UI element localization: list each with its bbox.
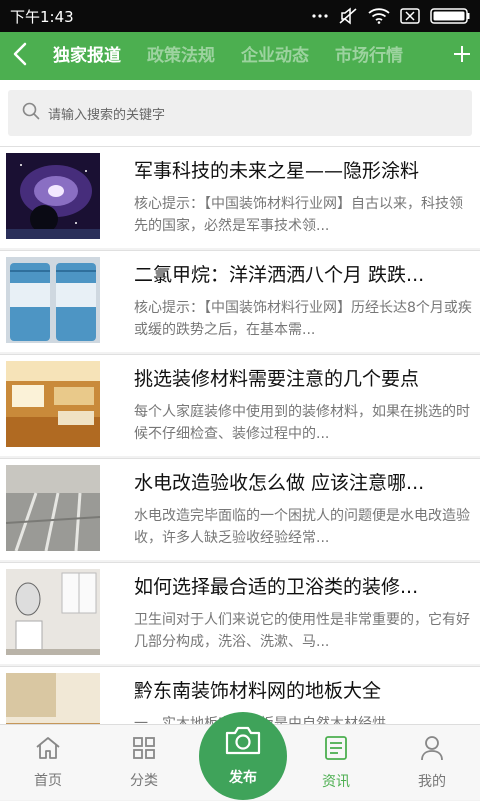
user-icon [420,735,444,765]
back-arrow-icon [13,42,27,70]
news-thumbnail-bathroom [6,569,100,655]
news-thumbnail-living-room [6,361,100,447]
publish-label: 发布 [229,770,257,786]
news-text: 水电改造验收怎么做 应该注意哪... 水电改造完毕面临的一个困扰人的问题便是水电… [134,465,472,554]
add-tab-button[interactable] [444,32,480,80]
nav-profile-label: 我的 [418,774,446,790]
news-summary: 每个人家庭装修中使用到的装修材料，如果在挑选的时候不仔细检查、装修过程中的... [134,404,470,442]
search-placeholder: 请输入搜索的关键字 [48,107,166,123]
news-title: 军事科技的未来之星——隐形涂料 [134,160,420,182]
battery-icon [430,8,470,24]
status-icons [312,7,470,25]
news-text: 挑选装修材料需要注意的几个要点 每个人家庭装修中使用到的装修材料，如果在挑选的时… [134,361,472,450]
nav-home[interactable]: 首页 [0,725,96,801]
nav-news-label: 资讯 [322,774,350,790]
nav-category[interactable]: 分类 [96,725,192,801]
news-summary: 水电改造完毕面临的一个困扰人的问题便是水电改造验收，许多人缺乏验收经验经常... [134,508,470,546]
search-icon [22,102,40,124]
news-title: 黔东南装饰材料网的地板大全 [134,680,382,702]
nav-category-label: 分类 [130,773,158,789]
news-item[interactable]: 二氯甲烷：洋洋洒洒八个月 跌跌... 核心提示：【中国装饰材料行业网】历经长达8… [0,250,480,352]
status-bar: 下午1:43 [0,0,480,32]
publish-button[interactable]: 发布 [199,712,287,800]
news-text: 如何选择最合适的卫浴类的装修... 卫生间对于人们来说它的使用性是非常重要的，它… [134,569,472,658]
news-item[interactable]: 军事科技的未来之星——隐形涂料 核心提示：【中国装饰材料行业网】自古以来，科技领… [0,146,480,248]
more-dots-icon [312,13,328,19]
nav-profile[interactable]: 我的 [384,725,480,801]
news-thumbnail-galaxy [6,153,100,239]
news-item[interactable]: 如何选择最合适的卫浴类的装修... 卫生间对于人们来说它的使用性是非常重要的，它… [0,562,480,664]
search-bar: 请输入搜索的关键字 [0,80,480,146]
news-list: 军事科技的未来之星——隐形涂料 核心提示：【中国装饰材料行业网】自古以来，科技领… [0,146,480,726]
news-thumbnail-wood-floor [6,673,100,726]
news-title: 如何选择最合适的卫浴类的装修... [134,576,419,598]
tab-market[interactable]: 市场行情 [322,32,416,80]
tab-exclusive-report[interactable]: 独家报道 [40,32,134,80]
news-title: 二氯甲烷：洋洋洒洒八个月 跌跌... [134,264,425,286]
news-item[interactable]: 水电改造验收怎么做 应该注意哪... 水电改造完毕面临的一个困扰人的问题便是水电… [0,458,480,560]
news-icon [324,735,348,765]
tab-company-news[interactable]: 企业动态 [228,32,322,80]
search-input[interactable]: 请输入搜索的关键字 [8,90,472,136]
mute-icon [338,7,358,25]
nav-news[interactable]: 资讯 [288,725,384,801]
plus-icon [453,45,471,67]
news-title: 挑选装修材料需要注意的几个要点 [134,368,420,390]
news-thumbnail-floor-pipes [6,465,100,551]
status-time: 下午1:43 [10,7,74,26]
grid-icon [132,736,156,764]
news-text: 军事科技的未来之星——隐形涂料 核心提示：【中国装饰材料行业网】自古以来，科技领… [134,153,472,242]
nav-bar: 独家报道 政策法规 企业动态 市场行情 [0,32,480,80]
sim-x-icon [400,8,420,24]
news-title: 水电改造验收怎么做 应该注意哪... [134,472,425,494]
news-thumbnail-barrels [6,257,100,343]
news-summary: 核心提示：【中国装饰材料行业网】历经长达8个月或疾或缓的跌势之后，在基本需... [134,300,472,338]
news-item[interactable]: 挑选装修材料需要注意的几个要点 每个人家庭装修中使用到的装修材料，如果在挑选的时… [0,354,480,456]
category-tabs: 独家报道 政策法规 企业动态 市场行情 [40,32,444,80]
camera-icon [223,725,263,761]
news-text: 二氯甲烷：洋洋洒洒八个月 跌跌... 核心提示：【中国装饰材料行业网】历经长达8… [134,257,472,346]
home-icon [35,736,61,764]
tab-policy[interactable]: 政策法规 [134,32,228,80]
wifi-icon [368,8,390,24]
news-text: 黔东南装饰材料网的地板大全 一、实木地板实木地板是由自然木材经烘 [134,673,472,726]
nav-home-label: 首页 [34,773,62,789]
news-summary: 核心提示：【中国装饰材料行业网】自古以来，科技领先的国家，必然是军事技术领... [134,196,463,234]
news-summary: 卫生间对于人们来说它的使用性是非常重要的，它有好几部分构成，洗浴、洗漱、马... [134,612,470,650]
back-button[interactable] [0,32,40,80]
